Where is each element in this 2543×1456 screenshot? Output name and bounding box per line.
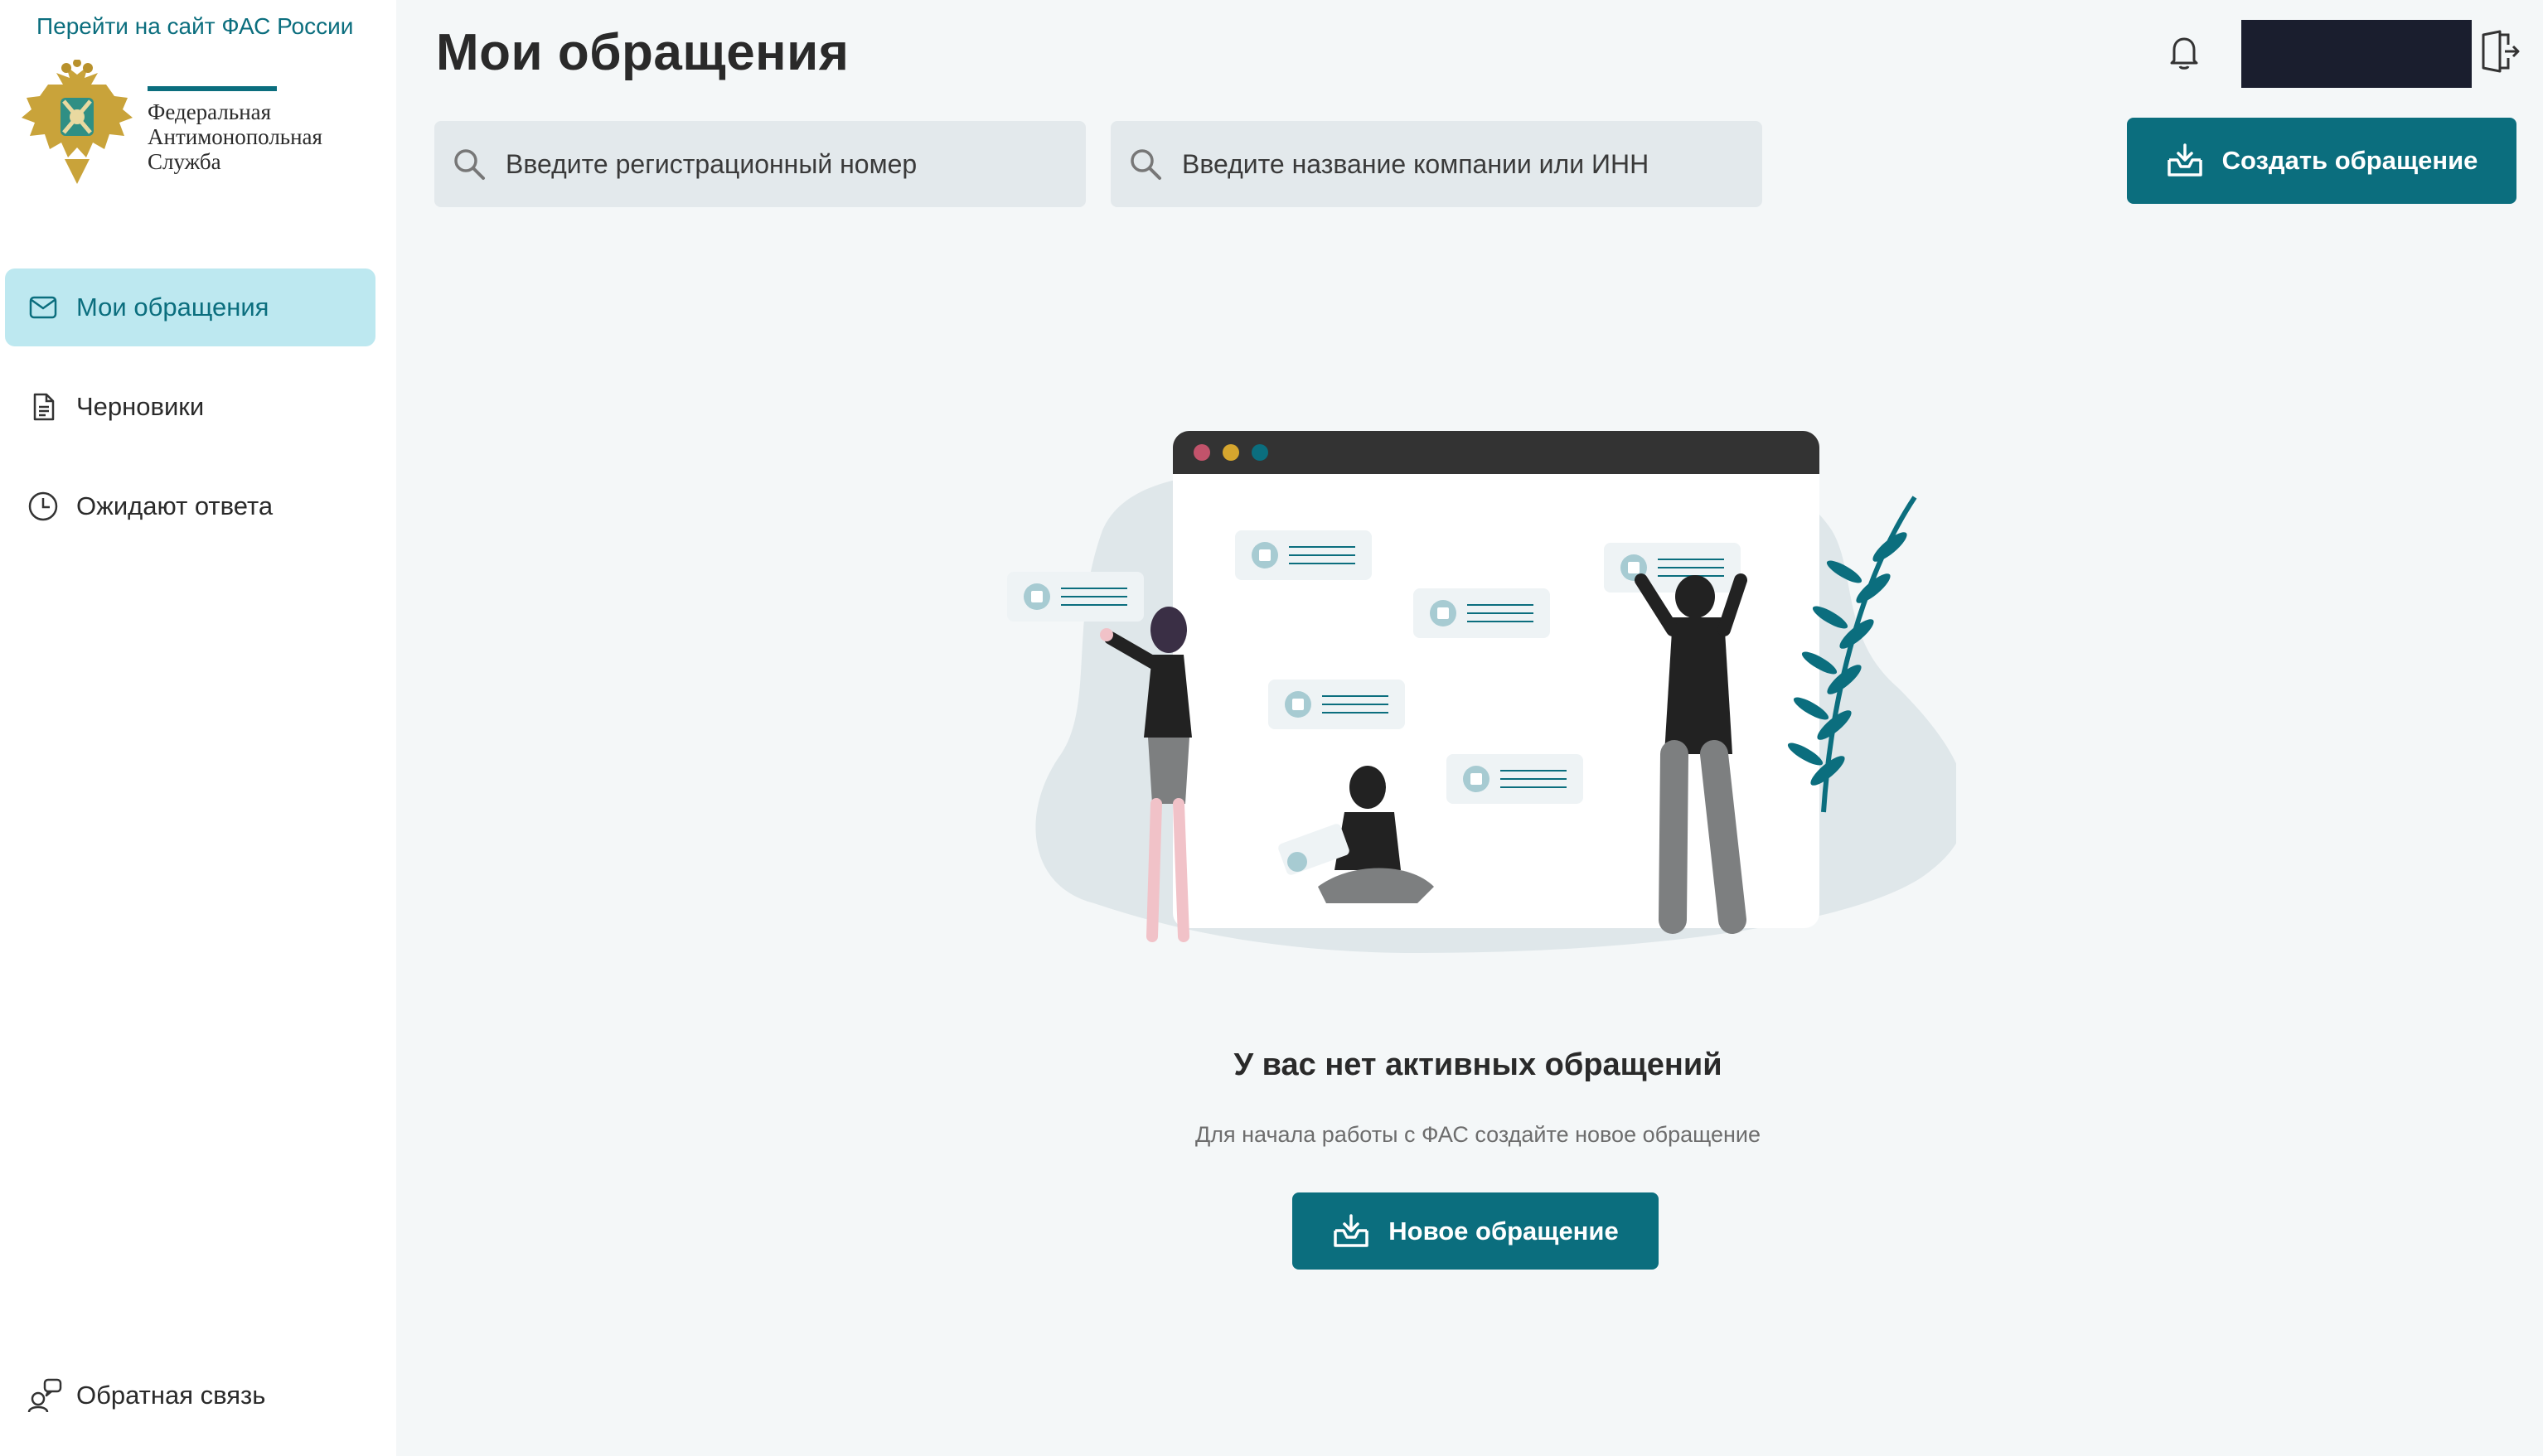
company-search <box>1111 121 1762 207</box>
sidebar-item-label: Черновики <box>76 392 205 421</box>
sidebar-nav: Мои обращения Черновики Ожидают ответа <box>5 268 375 567</box>
logo-line-2: Антимонопольная <box>148 124 322 149</box>
search-icon <box>1131 149 1161 180</box>
coat-of-arms-icon <box>22 60 133 184</box>
sidebar-item-my-requests[interactable]: Мои обращения <box>5 268 375 346</box>
download-tray-icon <box>1334 1213 1369 1247</box>
empty-state-illustration <box>1007 431 1956 953</box>
new-request-button[interactable]: Новое обращение <box>1292 1192 1659 1270</box>
company-inn-input[interactable] <box>1180 148 1747 181</box>
search-icon <box>454 149 485 180</box>
sidebar-item-label: Ожидают ответа <box>76 491 274 520</box>
logo-text: Федеральная Антимонопольная Служба <box>148 99 322 174</box>
sidebar-item-drafts[interactable]: Черновики <box>5 368 375 446</box>
create-request-label: Создать обращение <box>2221 146 2478 175</box>
page-title: Мои обращения <box>436 24 850 81</box>
clock-icon <box>27 490 60 523</box>
feedback-link[interactable]: Обратная связь <box>27 1377 265 1414</box>
user-profile[interactable] <box>2241 20 2472 88</box>
fas-logo[interactable]: Федеральная Антимонопольная Служба <box>15 60 346 201</box>
logo-line-3: Служба <box>148 149 221 174</box>
logout-icon[interactable] <box>2478 28 2521 75</box>
sidebar-item-awaiting-response[interactable]: Ожидают ответа <box>5 467 375 545</box>
envelope-icon <box>27 291 60 324</box>
document-icon <box>27 390 60 423</box>
logo-accent-bar <box>148 86 277 91</box>
registration-number-search <box>434 121 1086 207</box>
feedback-label: Обратная связь <box>76 1381 266 1410</box>
download-tray-icon <box>2167 143 2202 177</box>
create-request-button[interactable]: Создать обращение <box>2127 118 2516 204</box>
fas-site-link[interactable]: Перейти на сайт ФАС России <box>36 13 353 40</box>
empty-state-title: У вас нет активных обращений <box>1233 1047 1722 1082</box>
feedback-icon <box>27 1378 62 1413</box>
registration-number-input[interactable] <box>504 148 1071 181</box>
empty-state-subtitle: Для начала работы с ФАС создайте новое о… <box>1194 1122 1761 1147</box>
new-request-label: Новое обращение <box>1388 1216 1619 1246</box>
sidebar-item-label: Мои обращения <box>76 293 269 322</box>
sidebar: Перейти на сайт ФАС России Федеральная А… <box>0 0 396 1456</box>
logo-line-1: Федеральная <box>148 99 272 124</box>
bell-icon[interactable] <box>2163 31 2205 73</box>
